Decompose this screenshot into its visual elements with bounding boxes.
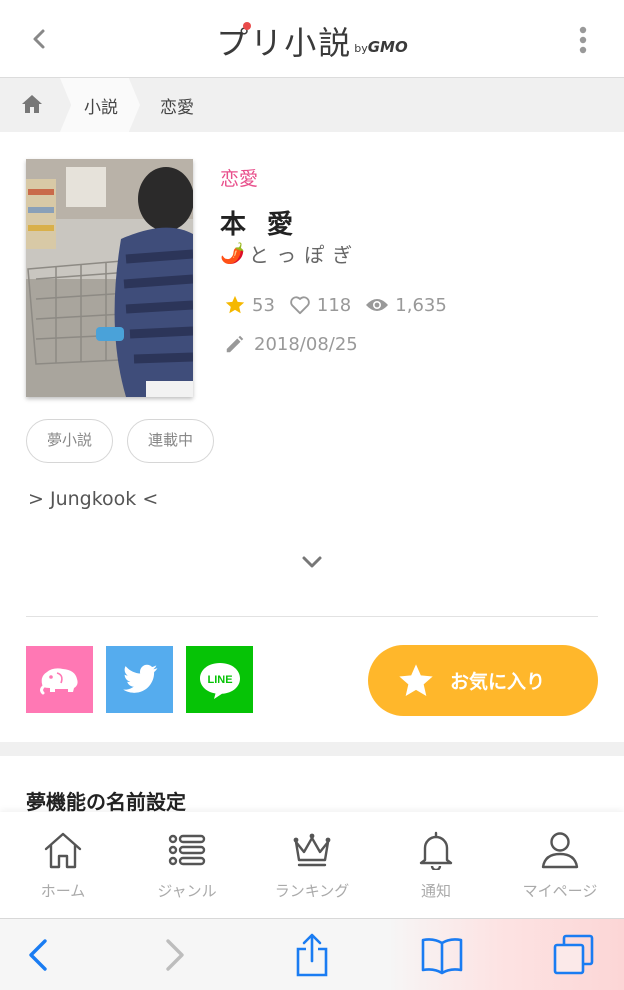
breadcrumb-item-genre[interactable]: 恋愛 (160, 93, 194, 118)
breadcrumb-home[interactable] (0, 78, 62, 132)
pencil-icon (226, 335, 244, 353)
nav-label-mypage: マイページ (522, 882, 598, 900)
book-cover-image[interactable] (26, 159, 193, 397)
list-icon (168, 834, 206, 866)
favorite-button-label: お気に入り (450, 671, 546, 693)
book-genre[interactable]: 恋愛 (220, 164, 258, 191)
app-logo[interactable]: プリ小説 byGMO (0, 18, 624, 64)
breadcrumb-item-novel[interactable]: 小説 (84, 93, 118, 118)
book-description: > Jungkook < (28, 488, 159, 510)
forward-arrow-icon (166, 939, 184, 971)
dream-name-settings-heading: 夢機能の名前設定 (26, 790, 186, 814)
expand-description-button[interactable] (300, 552, 324, 572)
line-icon-text: LINE (207, 674, 232, 686)
view-count-value: 1,635 (395, 294, 447, 316)
section-separator (0, 742, 624, 756)
tag-dream-novel[interactable]: 夢小説 (26, 419, 114, 463)
logo-by: by (354, 42, 368, 55)
like-count: 118 (289, 295, 351, 316)
cover-photo (26, 159, 193, 397)
book-stats: 53 118 1,635 (224, 294, 461, 316)
favorite-button[interactable]: お気に入り (368, 645, 598, 716)
logo-dot-icon (243, 22, 251, 30)
view-count: 1,635 (365, 295, 447, 316)
share-icon (296, 933, 328, 977)
star-icon (399, 663, 433, 696)
nav-item-ranking[interactable]: ランキング (250, 830, 374, 901)
line-icon: LINE (199, 662, 240, 699)
browser-forward-button[interactable] (153, 933, 197, 977)
nav-label-ranking: ランキング (274, 882, 350, 900)
nav-label-genre: ジャンル (157, 882, 217, 900)
share-twitter-button[interactable] (106, 646, 173, 713)
star-count-value: 53 (252, 294, 275, 316)
page: プリ小説 byGMO 小説 恋愛 恋愛 本 愛 🌶️ とっぽぎ 53 118 1… (0, 0, 624, 990)
logo-gmo: GMO (367, 38, 408, 56)
bookmarks-icon (421, 938, 463, 975)
eye-icon (366, 299, 389, 311)
author-emoji: 🌶️ (220, 241, 245, 265)
more-menu-button[interactable] (578, 26, 588, 54)
crown-icon (293, 833, 331, 867)
divider (26, 616, 598, 617)
browser-back-button[interactable] (16, 933, 60, 977)
nav-item-home[interactable]: ホーム (1, 830, 125, 901)
browser-toolbar (0, 918, 624, 990)
vertical-dots-icon (579, 26, 587, 54)
home-icon (22, 95, 42, 113)
share-line-button[interactable]: LINE (186, 646, 253, 713)
elephant-icon (39, 667, 78, 694)
nav-item-mypage[interactable]: マイページ (498, 830, 622, 901)
home-icon (44, 832, 82, 869)
chevron-down-icon (302, 556, 322, 568)
user-icon (541, 832, 579, 869)
like-count-value: 118 (316, 294, 352, 316)
last-updated-date: 2018/08/25 (254, 333, 358, 355)
book-title: 本 愛 (220, 210, 300, 240)
nav-label-home: ホーム (40, 882, 86, 900)
share-elephant-button[interactable] (26, 646, 93, 713)
book-tags: 夢小説 連載中 (26, 419, 228, 463)
nav-label-notifications: 通知 (420, 882, 451, 900)
tabs-icon (553, 934, 594, 975)
browser-share-button[interactable] (290, 933, 334, 977)
breadcrumb: 小説 恋愛 (0, 78, 624, 132)
bottom-navigation: ホーム ジャンル ランキング 通知 マイページ (0, 812, 624, 918)
twitter-bird-icon (122, 664, 157, 693)
author-name: とっぽぎ (248, 242, 361, 267)
back-arrow-icon (29, 939, 47, 971)
browser-bookmarks-button[interactable] (420, 933, 464, 977)
last-updated: 2018/08/25 (224, 333, 358, 355)
logo-text: プリ小説 (216, 24, 353, 62)
star-count: 53 (224, 294, 275, 316)
star-icon (225, 295, 245, 314)
book-author[interactable]: 🌶️ とっぽぎ (220, 239, 360, 267)
nav-item-genre[interactable]: ジャンル (125, 830, 249, 901)
browser-tabs-button[interactable] (552, 933, 596, 977)
nav-item-notifications[interactable]: 通知 (374, 830, 498, 901)
tag-serializing[interactable]: 連載中 (127, 419, 215, 463)
heart-icon (290, 296, 310, 315)
bell-icon (419, 831, 453, 870)
app-header: プリ小説 byGMO (0, 0, 624, 78)
